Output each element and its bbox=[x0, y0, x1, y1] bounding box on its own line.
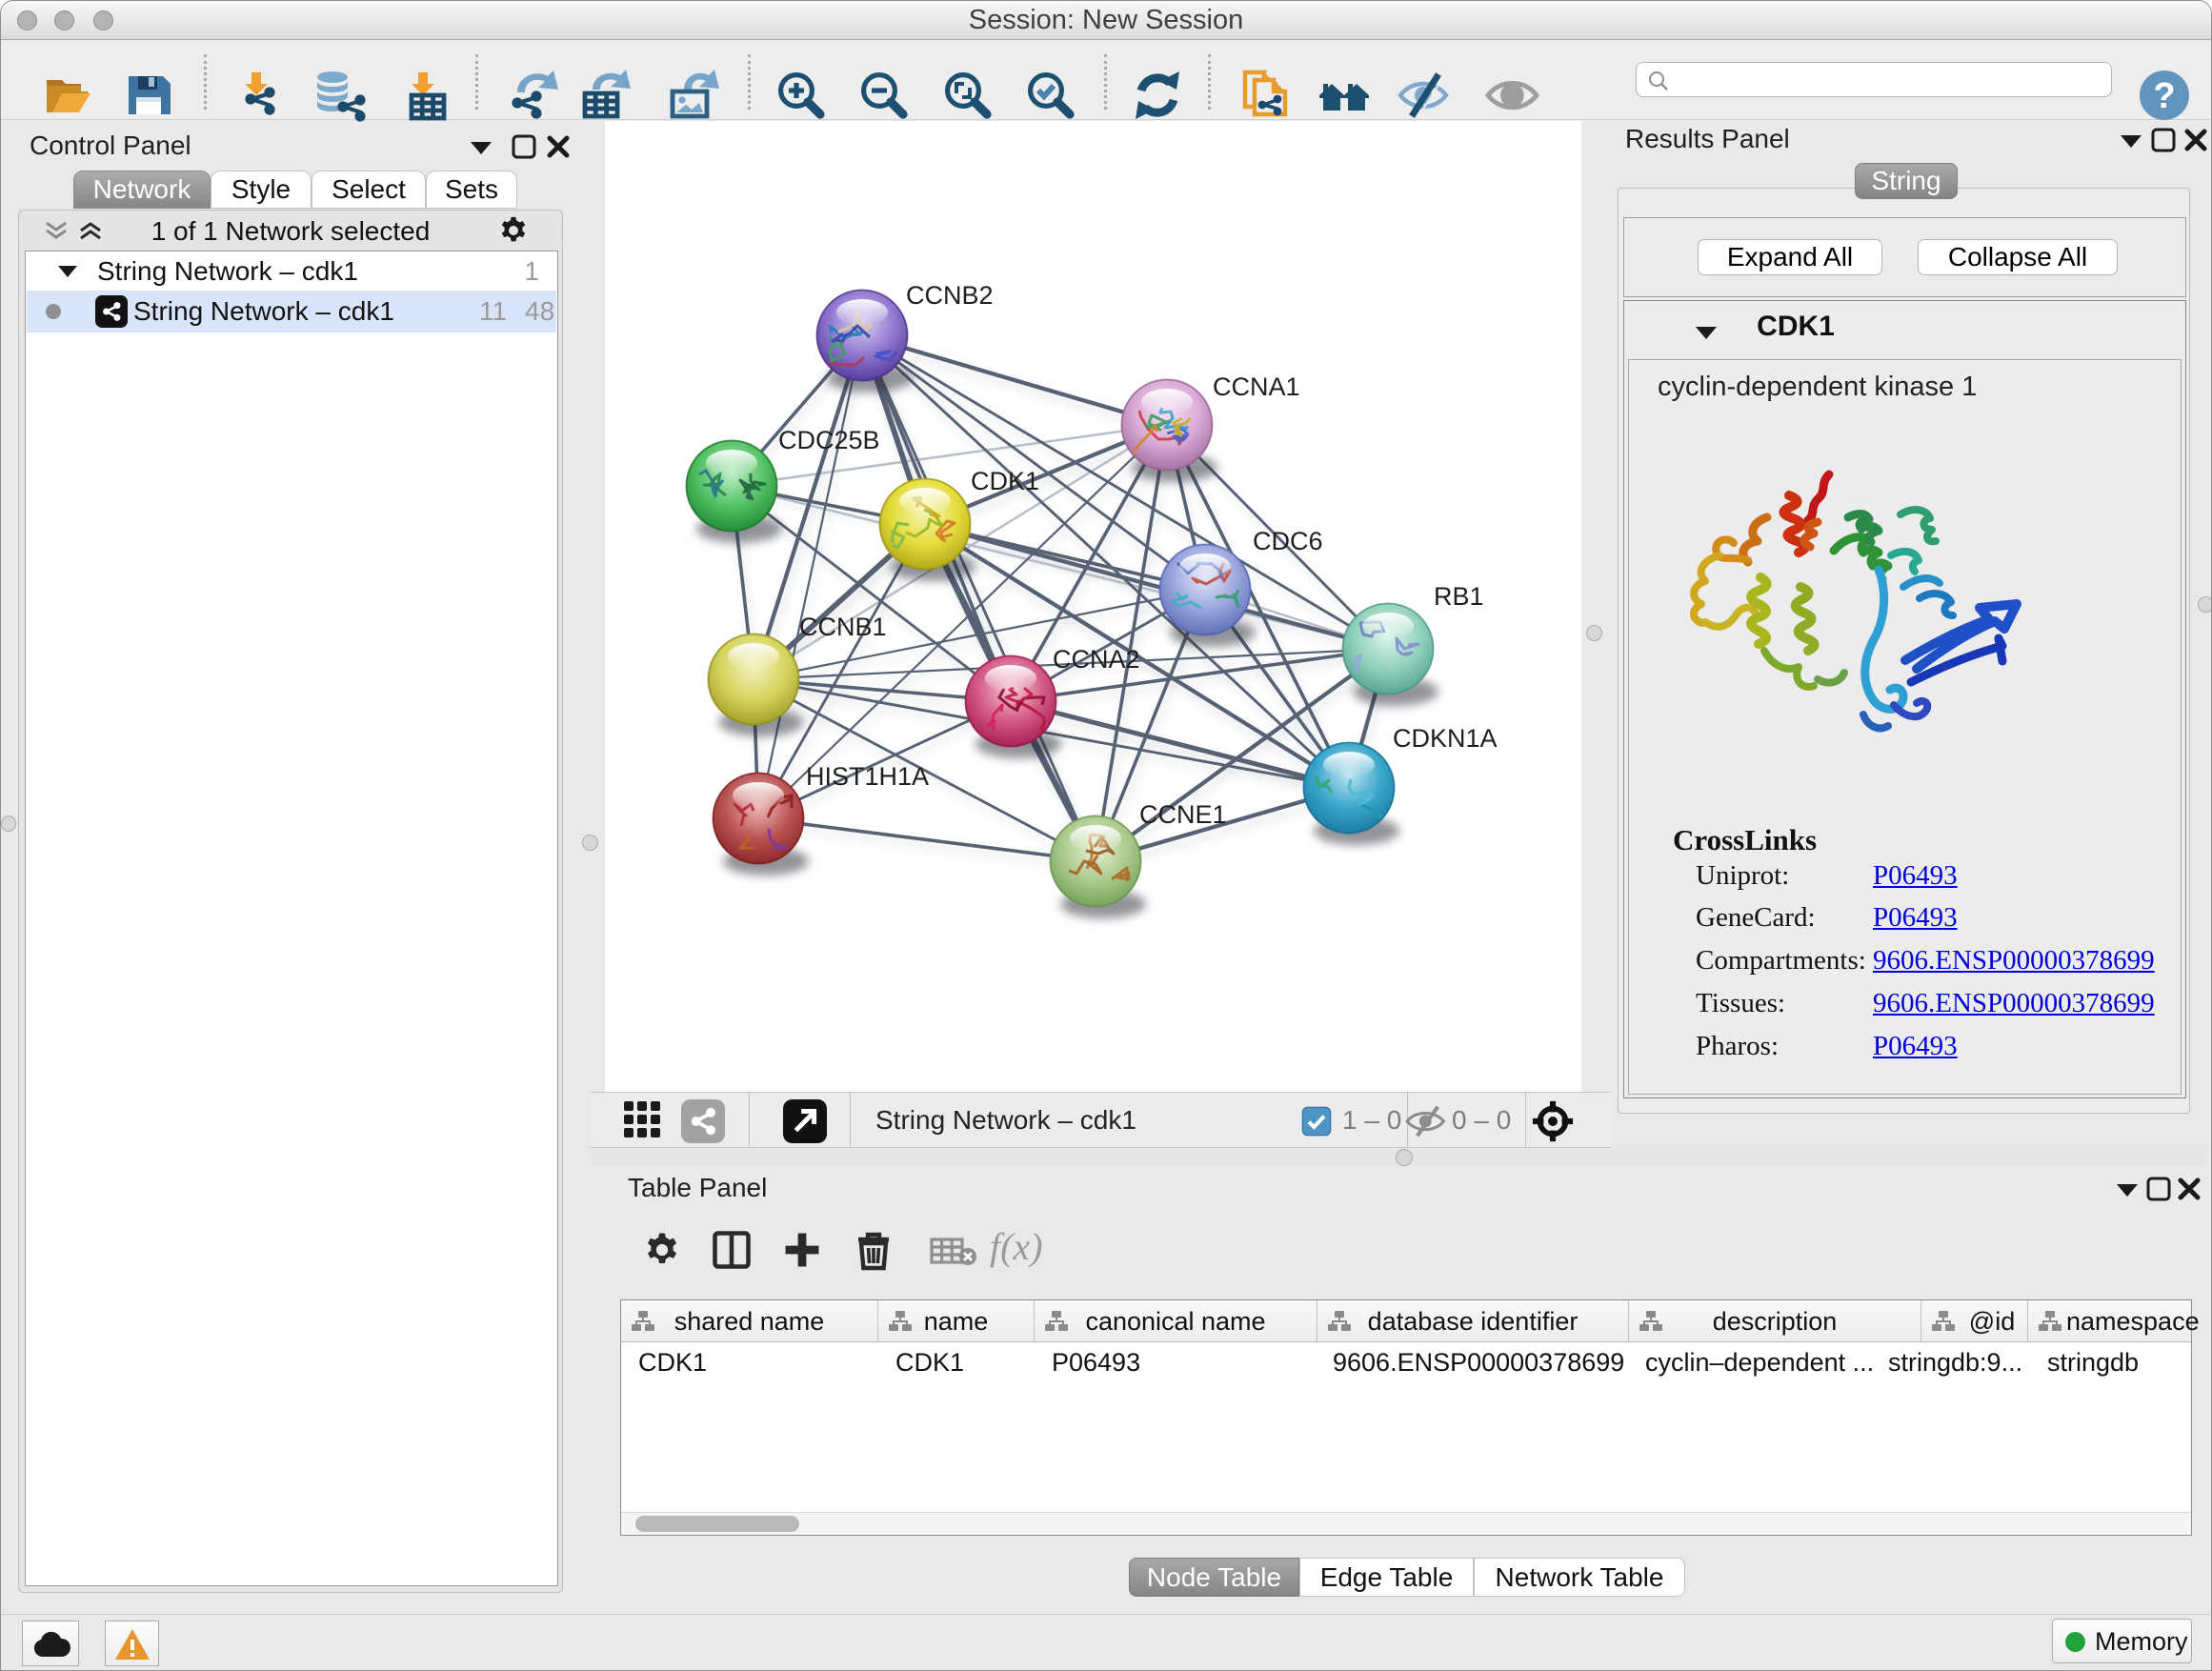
svg-text:CCNE1: CCNE1 bbox=[1139, 800, 1227, 829]
svg-text:CCNB2: CCNB2 bbox=[906, 281, 994, 310]
svg-text:HIST1H1A: HIST1H1A bbox=[806, 762, 929, 791]
svg-text:?: ? bbox=[2153, 76, 2175, 116]
svg-text:CDC25B: CDC25B bbox=[778, 426, 880, 454]
svg-text:CCNA1: CCNA1 bbox=[1213, 372, 1300, 401]
svg-text:CDC6: CDC6 bbox=[1253, 527, 1323, 555]
svg-text:CCNA2: CCNA2 bbox=[1053, 645, 1140, 674]
svg-text:RB1: RB1 bbox=[1434, 582, 1484, 611]
svg-text:CDK1: CDK1 bbox=[971, 467, 1039, 495]
svg-text:CDKN1A: CDKN1A bbox=[1393, 724, 1498, 753]
svg-text:CCNB1: CCNB1 bbox=[799, 613, 887, 641]
